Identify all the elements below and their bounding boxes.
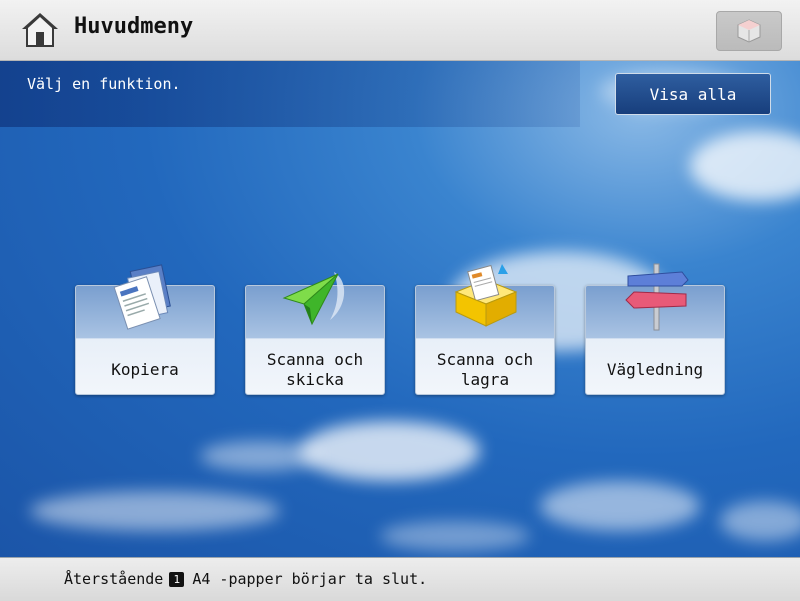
copy-function-label: Kopiera — [111, 360, 179, 379]
copy-icon — [113, 264, 171, 330]
status-monitor-button[interactable] — [716, 11, 782, 51]
show-all-button[interactable]: Visa alla — [615, 73, 771, 115]
paper-status-message: Återstående 1 A4 -papper börjar ta slut. — [64, 570, 427, 588]
send-icon — [282, 272, 345, 326]
prompt-band: Välj en funktion. — [0, 61, 580, 127]
guide-icon — [625, 263, 689, 331]
guidance-function-button[interactable]: Vägledning — [585, 263, 725, 395]
page-title: Huvudmeny — [74, 14, 194, 39]
status-monitor-icon — [737, 19, 761, 43]
copy-function-button[interactable]: Kopiera — [75, 264, 215, 395]
scan-and-send-function-button[interactable]: Scanna och skicka — [245, 272, 385, 395]
status-prefix: Återstående — [64, 570, 164, 588]
guidance-label: Vägledning — [606, 360, 704, 379]
scan-and-send-label: Scanna och skicka — [266, 350, 364, 389]
instruction-text: Välj en funktion. — [27, 75, 181, 93]
status-bar: Återstående 1 A4 -papper börjar ta slut. — [0, 557, 800, 601]
store-icon — [454, 264, 518, 327]
status-suffix: A4 -papper börjar ta slut. — [192, 570, 428, 588]
scan-and-store-function-button[interactable]: Scanna och lagra — [415, 264, 555, 395]
header-bar: Huvudmeny — [0, 0, 800, 61]
function-area: Välj en funktion. Visa alla Kopiera Scan… — [0, 61, 800, 557]
paper-tray-badge: 1 — [169, 571, 185, 587]
home-icon[interactable] — [20, 10, 60, 50]
scan-and-store-label: Scanna och lagra — [436, 350, 534, 389]
